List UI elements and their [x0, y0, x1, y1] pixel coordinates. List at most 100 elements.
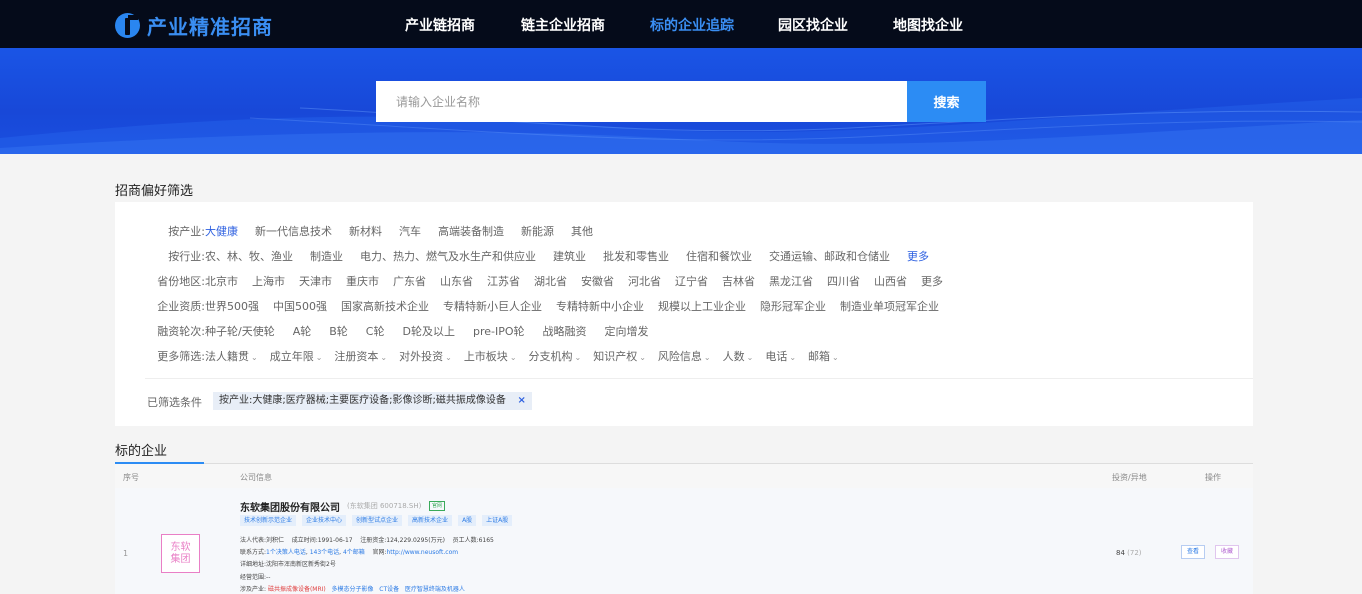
- brand-logo[interactable]: 产业精准招商: [115, 11, 273, 40]
- filter-dropdown[interactable]: 对外投资 ⌄: [399, 348, 452, 364]
- filter-dropdown[interactable]: 电话 ⌄: [765, 348, 796, 364]
- filter-option[interactable]: 上海市: [252, 273, 285, 289]
- nav-industry-chain[interactable]: 产业链招商: [405, 15, 475, 35]
- filter-option[interactable]: 国家高新技术企业: [341, 298, 429, 314]
- filter-option[interactable]: 天津市: [299, 273, 332, 289]
- filter-option[interactable]: 住宿和餐饮业: [686, 248, 752, 264]
- company-logo: 东软 集团: [161, 534, 200, 573]
- chevron-down-icon: ⌄: [574, 353, 582, 362]
- filter-option[interactable]: B轮: [329, 323, 348, 339]
- filter-option[interactable]: 专精特新中小企业: [556, 298, 644, 314]
- filter-option[interactable]: 安徽省: [581, 273, 614, 289]
- filter-label: 更多筛选:: [157, 350, 205, 363]
- filter-option[interactable]: 种子轮/天使轮: [205, 323, 275, 339]
- company-industries: 涉及产业: 磁共振成像设备(MRI) 多模态分子影像 CT设备 医疗智慧终端及机…: [240, 584, 465, 593]
- filter-option[interactable]: 广东省: [393, 273, 426, 289]
- filter-option[interactable]: 吉林省: [722, 273, 755, 289]
- company-name[interactable]: 东软集团股份有限公司: [240, 499, 340, 514]
- filter-option[interactable]: 建筑业: [553, 248, 586, 264]
- filter-dropdown[interactable]: 法人籍贯 ⌄: [205, 348, 258, 364]
- company-basic-info: 法人代表:刘积仁 成立时间:1991-06-17 注册资金:124,229.02…: [240, 535, 494, 544]
- filter-option[interactable]: 山西省: [874, 273, 907, 289]
- filter-dropdown[interactable]: 人数 ⌄: [723, 348, 754, 364]
- filter-option[interactable]: 电力、热力、燃气及水生产和供应业: [360, 248, 536, 264]
- filter-option[interactable]: 河北省: [628, 273, 661, 289]
- filter-option[interactable]: 黑龙江省: [769, 273, 813, 289]
- filter-option[interactable]: 湖北省: [534, 273, 567, 289]
- favorite-button[interactable]: 收藏: [1215, 545, 1240, 559]
- filter-row-funding: 融资轮次: 种子轮/天使轮 A轮 B轮 C轮 D轮及以上 pre-IPO轮 战略…: [115, 323, 649, 339]
- dropdown-label: 邮箱: [808, 350, 831, 363]
- filter-option[interactable]: 北京市: [205, 273, 238, 289]
- filter-option[interactable]: 制造业: [310, 248, 343, 264]
- filter-option[interactable]: 批发和零售业: [603, 248, 669, 264]
- founded-value: 1991-06-17: [317, 537, 353, 544]
- top-nav: 产业精准招商 产业链招商 链主企业招商 标的企业追踪 园区找企业 地图找企业: [0, 0, 1362, 48]
- filter-option[interactable]: 大健康: [205, 223, 238, 239]
- close-icon[interactable]: ×: [517, 392, 525, 410]
- filter-option[interactable]: 世界500强: [205, 298, 259, 314]
- filter-option[interactable]: 山东省: [440, 273, 473, 289]
- chevron-down-icon: ⌄: [445, 353, 452, 362]
- filter-option[interactable]: 制造业单项冠军企业: [840, 298, 939, 314]
- filter-option[interactable]: 交通运输、邮政和仓储业: [769, 248, 890, 264]
- filter-dropdown[interactable]: 成立年限 ⌄: [270, 348, 323, 364]
- phone-count-link[interactable]: 143个电话: [310, 549, 339, 556]
- filter-option[interactable]: C轮: [366, 323, 385, 339]
- filter-option[interactable]: 高端装备制造: [438, 223, 504, 239]
- industry-label: 涉及产业:: [240, 586, 267, 593]
- view-button[interactable]: 查看: [1181, 545, 1206, 559]
- filter-dropdown[interactable]: 邮箱 ⌄: [808, 348, 839, 364]
- chevron-down-icon: ⌄: [703, 353, 711, 362]
- selected-filter-tag: 按产业:大健康;医疗器械;主要医疗设备;影像诊断;磁共振成像设备 ×: [213, 392, 532, 410]
- nav-chain-leaders[interactable]: 链主企业招商: [521, 15, 605, 35]
- filter-option[interactable]: 专精特新小巨人企业: [443, 298, 542, 314]
- official-site-badge[interactable]: 官网: [429, 501, 446, 511]
- dropdown-label: 知识产权: [593, 350, 638, 363]
- industry-link[interactable]: CT设备: [379, 586, 399, 593]
- filter-option[interactable]: D轮及以上: [402, 323, 454, 339]
- nav-target-tracking[interactable]: 标的企业追踪: [650, 15, 734, 35]
- filter-option[interactable]: 四川省: [827, 273, 860, 289]
- company-search-input[interactable]: [376, 81, 907, 122]
- nav-map-search[interactable]: 地图找企业: [893, 15, 963, 35]
- company-tag: 企业技术中心: [302, 515, 347, 526]
- filter-option[interactable]: pre-IPO轮: [473, 323, 525, 339]
- website-link[interactable]: http://www.neusoft.com: [386, 549, 458, 556]
- companies-section-title[interactable]: 标的企业: [115, 440, 167, 459]
- filter-option[interactable]: 其他: [571, 223, 593, 239]
- filter-option[interactable]: 江苏省: [487, 273, 520, 289]
- industry-link[interactable]: 多模态分子影像: [332, 586, 374, 593]
- company-tag: 高新技术企业: [408, 515, 453, 526]
- legal-rep-value: 刘积仁: [266, 537, 285, 544]
- nav-park-search[interactable]: 园区找企业: [778, 15, 848, 35]
- filter-more-link[interactable]: 更多: [907, 248, 929, 264]
- filter-option[interactable]: 新能源: [521, 223, 554, 239]
- filter-option[interactable]: 新一代信息技术: [255, 223, 332, 239]
- filter-dropdown[interactable]: 上市板块 ⌄: [464, 348, 517, 364]
- filter-option[interactable]: 农、林、牧、渔业: [205, 248, 293, 264]
- search-button[interactable]: 搜索: [907, 81, 986, 122]
- filter-option[interactable]: 定向增发: [605, 323, 649, 339]
- filter-option[interactable]: 汽车: [399, 223, 421, 239]
- email-count-link[interactable]: 4个邮箱: [343, 549, 365, 556]
- filter-dropdown[interactable]: 注册资本 ⌄: [334, 348, 387, 364]
- address-label: 详细地址:: [240, 561, 267, 568]
- decision-maker-phone-link[interactable]: 1个决策人电话: [266, 549, 306, 556]
- filter-more-link[interactable]: 更多: [921, 273, 943, 289]
- filter-option[interactable]: 战略融资: [543, 323, 587, 339]
- industry-highlight[interactable]: 磁共振成像设备(MRI): [268, 586, 326, 593]
- filter-option[interactable]: A轮: [293, 323, 312, 339]
- filter-option[interactable]: 辽宁省: [675, 273, 708, 289]
- filter-label: 省份地区:: [157, 275, 205, 288]
- filter-label: 按行业:: [168, 250, 205, 263]
- filter-option[interactable]: 规模以上工业企业: [658, 298, 746, 314]
- filter-dropdown[interactable]: 分支机构 ⌄: [529, 348, 582, 364]
- filter-option[interactable]: 隐形冠军企业: [760, 298, 826, 314]
- filter-dropdown[interactable]: 风险信息 ⌄: [658, 348, 711, 364]
- filter-option[interactable]: 中国500强: [273, 298, 327, 314]
- industry-link[interactable]: 医疗智慧终端及机器人: [405, 586, 465, 593]
- filter-option[interactable]: 重庆市: [346, 273, 379, 289]
- filter-dropdown[interactable]: 知识产权 ⌄: [593, 348, 646, 364]
- filter-option[interactable]: 新材料: [349, 223, 382, 239]
